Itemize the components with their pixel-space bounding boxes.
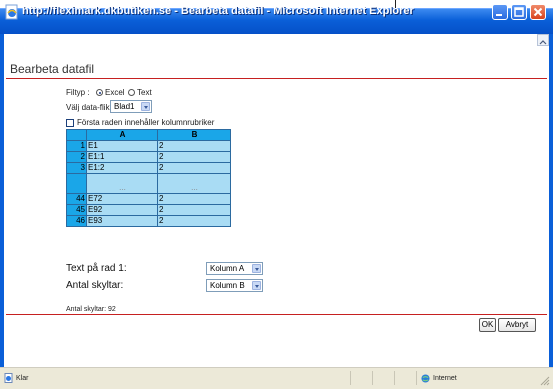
status-separator (372, 371, 373, 385)
table-row: 1 E1 2 (66, 140, 231, 152)
footer-divider (6, 314, 547, 315)
internet-zone-icon (421, 374, 430, 383)
count-column-value: Kolumn B (210, 281, 245, 290)
count-label: Antal skyltar: (66, 280, 124, 291)
table-cell: E93 (86, 215, 158, 227)
maximize-icon (514, 7, 524, 17)
chevron-down-icon (252, 264, 261, 273)
text-row-label: Text på rad 1: (66, 263, 127, 274)
page-done-icon (4, 373, 13, 383)
title-divider (6, 78, 547, 79)
filetype-radio-text[interactable] (128, 89, 135, 96)
table-cell: ... (86, 173, 158, 194)
table-row: 2 E1:1 2 (66, 151, 231, 163)
close-icon (533, 7, 543, 17)
table-row-ellipsis: ... ... (66, 173, 231, 194)
text-column-select[interactable]: Kolumn A (206, 262, 263, 275)
table-row: 44 E72 2 (66, 193, 231, 205)
window-title: http://fleximark.dkbutiken.se - Bearbeta… (22, 5, 414, 17)
data-preview-table: A B 1 E1 2 2 E1:1 2 3 E1:2 2 ... ... 44 … (66, 129, 231, 227)
status-bar (0, 367, 553, 389)
first-row-header-label: Första raden innehåller kolumnrubriker (77, 118, 215, 127)
table-cell: 2 (157, 140, 231, 152)
table-cell: 2 (157, 162, 231, 174)
row-number: 45 (66, 204, 87, 216)
minimize-button[interactable] (492, 4, 508, 20)
row-number: 46 (66, 215, 87, 227)
table-cell: E92 (86, 204, 158, 216)
first-row-header-checkbox[interactable] (66, 119, 74, 127)
filetype-text-label: Text (137, 88, 152, 97)
maximize-button[interactable] (511, 4, 527, 20)
sheet-label: Välj data-flik: (66, 103, 112, 112)
table-cell: ... (157, 173, 231, 194)
resize-grip-icon[interactable] (540, 376, 550, 386)
count-column-select[interactable]: Kolumn B (206, 279, 263, 292)
table-row: 46 E93 2 (66, 215, 231, 227)
chevron-down-icon (141, 102, 150, 111)
row-number: 2 (66, 151, 87, 163)
ok-button[interactable]: OK (479, 318, 496, 332)
row-number: 1 (66, 140, 87, 152)
window-right-border (549, 34, 553, 367)
row-number: 3 (66, 162, 87, 174)
filetype-excel-label: Excel (105, 88, 125, 97)
row-number: 44 (66, 193, 87, 205)
table-cell: E1:1 (86, 151, 158, 163)
column-header: A (86, 129, 158, 141)
zone-text: Internet (433, 375, 457, 382)
chevron-up-icon (539, 40, 547, 45)
scroll-up-arrow[interactable] (537, 34, 549, 46)
page-title: Bearbeta datafil (10, 62, 95, 76)
filetype-radio-excel[interactable] (96, 89, 103, 96)
table-cell: 2 (157, 193, 231, 205)
cancel-button[interactable]: Avbryt (498, 318, 536, 332)
column-header: B (157, 129, 231, 141)
table-cell: E1:2 (86, 162, 158, 174)
status-separator (394, 371, 395, 385)
table-cell: 2 (157, 151, 231, 163)
table-cell: 2 (157, 215, 231, 227)
table-corner (66, 129, 87, 141)
table-cell: 2 (157, 204, 231, 216)
table-row: 45 E92 2 (66, 204, 231, 216)
status-separator (416, 371, 417, 385)
table-row: 3 E1:2 2 (66, 162, 231, 174)
minimize-icon (496, 14, 502, 16)
row-number (66, 173, 87, 194)
table-cell: E72 (86, 193, 158, 205)
chevron-down-icon (252, 281, 261, 290)
table-header-row: A B (66, 129, 231, 141)
sign-count-summary: Antal skyltar: 92 (66, 306, 116, 313)
ie-page-icon (5, 4, 18, 20)
status-separator (350, 371, 351, 385)
table-cell: E1 (86, 140, 158, 152)
status-text: Klar (16, 375, 29, 382)
filetype-label: Filtyp : (66, 88, 90, 97)
text-column-value: Kolumn A (210, 264, 245, 273)
close-button[interactable] (530, 4, 546, 20)
sheet-select[interactable]: Blad1 (110, 100, 152, 113)
sheet-select-value: Blad1 (114, 102, 135, 111)
